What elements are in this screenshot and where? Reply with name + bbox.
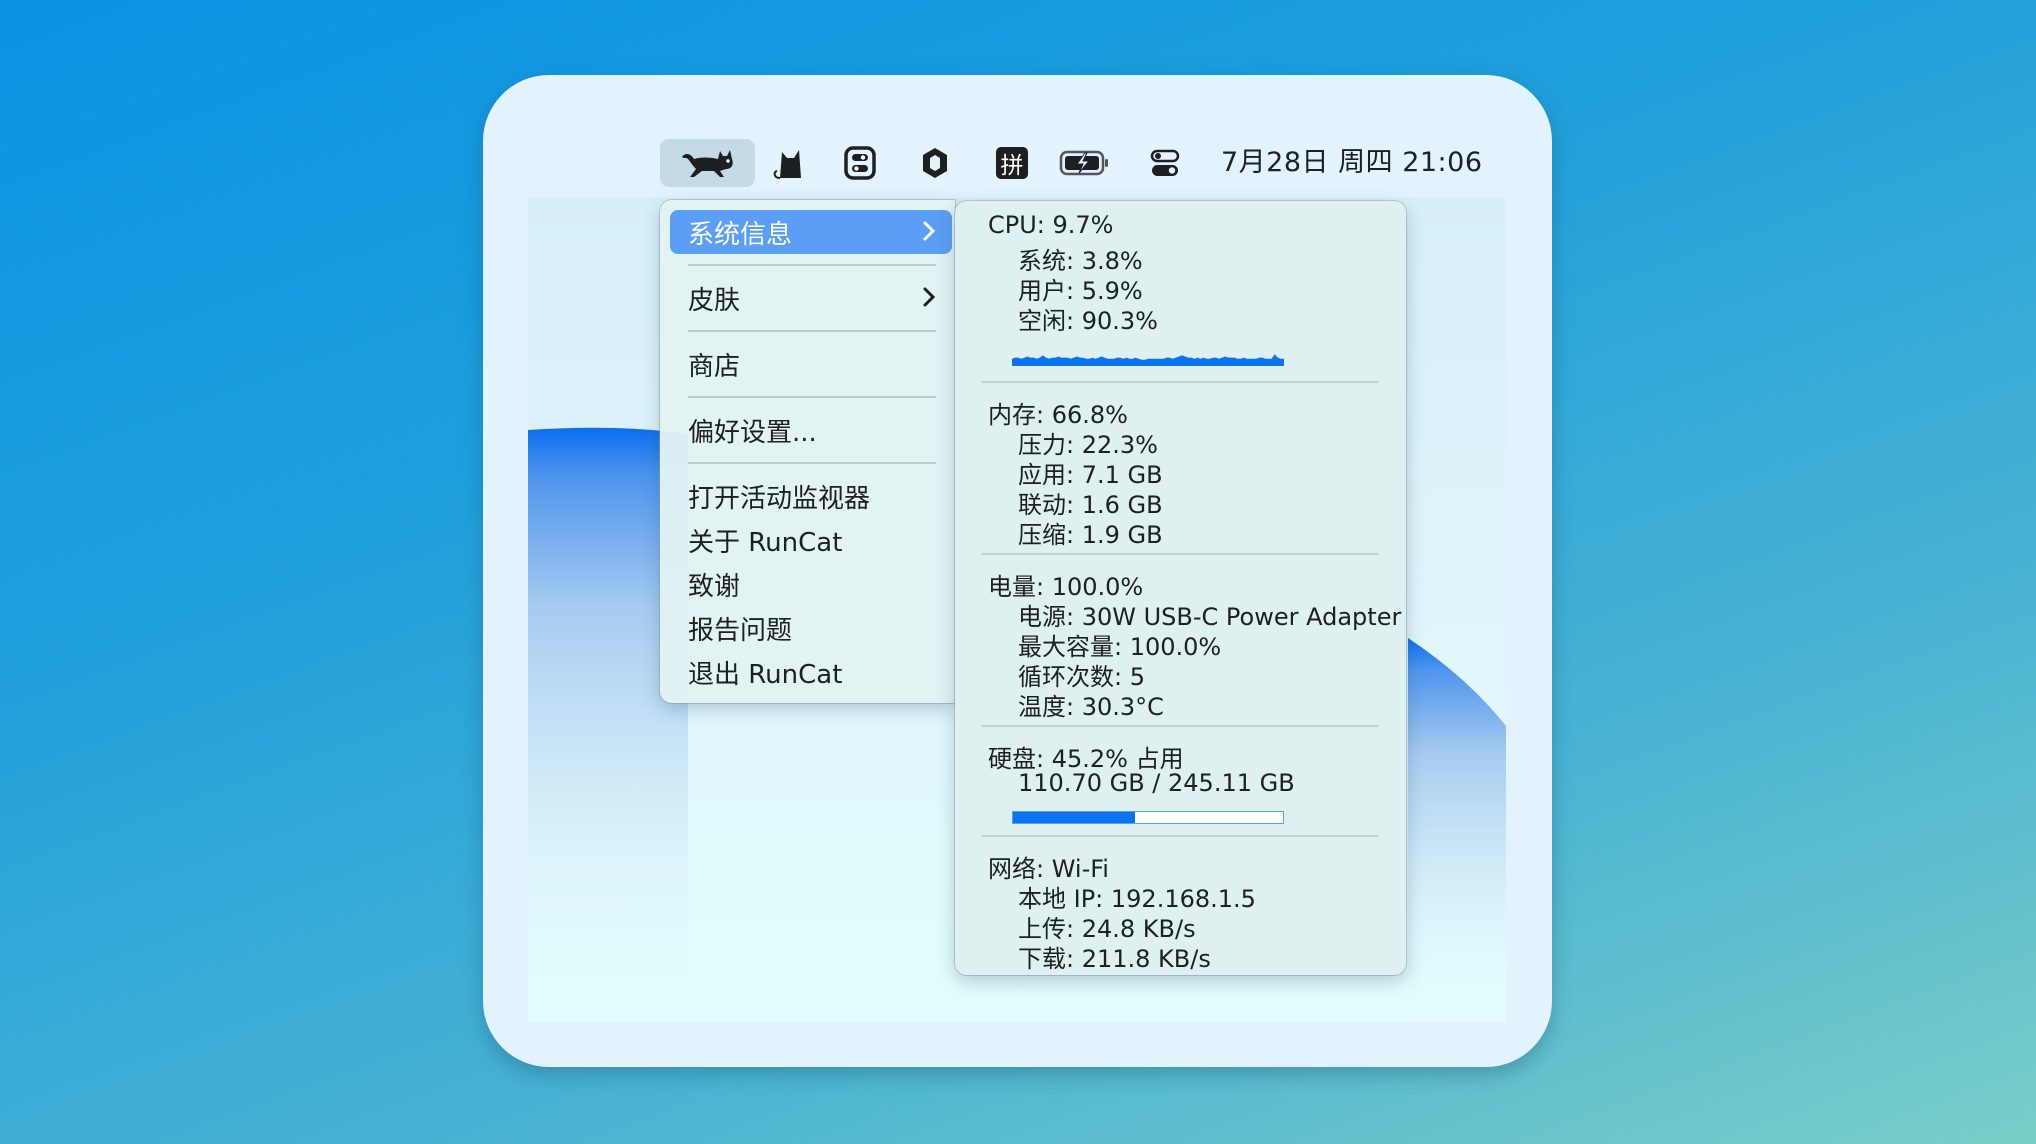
running-cat-icon [681, 150, 733, 177]
menubar-clock[interactable]: 7月28日 周四 21:06 [1221, 139, 1483, 187]
hexagon-menubar-button[interactable] [913, 139, 957, 187]
menu-bar: 拼 7月28日 周四 21:06 [483, 139, 1552, 187]
cat-silhouette-icon [773, 150, 801, 179]
input-method-menubar-button[interactable]: 拼 [990, 139, 1034, 187]
cpu-idle: 空闲: 90.3% [1018, 307, 1158, 335]
menu-separator [688, 330, 936, 332]
control-center-menubar-button[interactable] [1143, 139, 1187, 187]
cpu-graph-area [1012, 354, 1284, 366]
menu-item-acknowledgements[interactable]: 致谢 [670, 562, 952, 606]
hexagon-icon [923, 148, 947, 178]
screenshot-card: 拼 7月28日 周四 21:06 系统信息 皮肤 商店 偏好设置... 打开活动… [483, 75, 1552, 1067]
runcat-menubar-button[interactable] [660, 139, 755, 187]
menu-item-preferences[interactable]: 偏好设置... [670, 408, 952, 452]
submenu-separator [982, 553, 1378, 555]
menu-item-label: 退出 RunCat [688, 659, 843, 690]
menu-item-label: 系统信息 [688, 219, 793, 250]
menu-item-quit[interactable]: 退出 RunCat [670, 650, 952, 694]
disk-usage-bar [1012, 811, 1284, 824]
menu-item-about[interactable]: 关于 RunCat [670, 518, 952, 562]
submenu-separator [982, 835, 1378, 837]
menu-item-open-activity-monitor[interactable]: 打开活动监视器 [670, 474, 952, 518]
menu-item-label: 偏好设置... [688, 417, 817, 448]
runcat-menu: 系统信息 皮肤 商店 偏好设置... 打开活动监视器 关于 RunCat 致谢 … [660, 200, 955, 703]
menu-item-label: 致谢 [688, 571, 741, 602]
cpu-title: CPU: 9.7% [988, 211, 1114, 239]
cpu-usage-graph [1012, 354, 1284, 366]
memory-compressed: 压缩: 1.9 GB [1018, 521, 1163, 549]
menu-item-label: 关于 RunCat [688, 527, 843, 558]
cat-menubar-button[interactable] [765, 139, 809, 187]
toggle-app-icon [844, 146, 876, 180]
menu-item-store[interactable]: 商店 [670, 342, 952, 386]
chevron-right-icon [923, 221, 936, 241]
menu-item-label: 皮肤 [688, 285, 741, 316]
submenu-separator [982, 725, 1378, 727]
battery-menubar-button[interactable] [1057, 139, 1113, 187]
disk-usage: 110.70 GB / 245.11 GB [1018, 769, 1295, 797]
menu-separator [688, 396, 936, 398]
battery-charging-icon [1059, 150, 1108, 176]
system-info-submenu: CPU: 9.7% 系统: 3.8% 用户: 5.9% 空闲: 90.3% 内存… [955, 201, 1406, 975]
chevron-right-icon [923, 287, 936, 307]
menu-item-report-issue[interactable]: 报告问题 [670, 606, 952, 650]
disk-usage-bar-fill [1013, 812, 1136, 823]
menu-item-label: 商店 [688, 351, 741, 382]
menu-item-label: 打开活动监视器 [688, 483, 871, 514]
menu-separator [688, 264, 936, 266]
toggle-app-menubar-button[interactable] [838, 139, 882, 187]
menu-item-system-info[interactable]: 系统信息 [670, 210, 952, 254]
menu-item-label: 报告问题 [688, 615, 793, 646]
menu-item-skins[interactable]: 皮肤 [670, 276, 952, 320]
menu-separator [688, 462, 936, 464]
battery-temperature: 温度: 30.3°C [1018, 693, 1164, 721]
submenu-separator [982, 381, 1378, 383]
pinyin-input-icon: 拼 [996, 147, 1028, 179]
control-center-icon [1150, 149, 1180, 176]
network-download: 下载: 211.8 KB/s [1018, 945, 1211, 973]
